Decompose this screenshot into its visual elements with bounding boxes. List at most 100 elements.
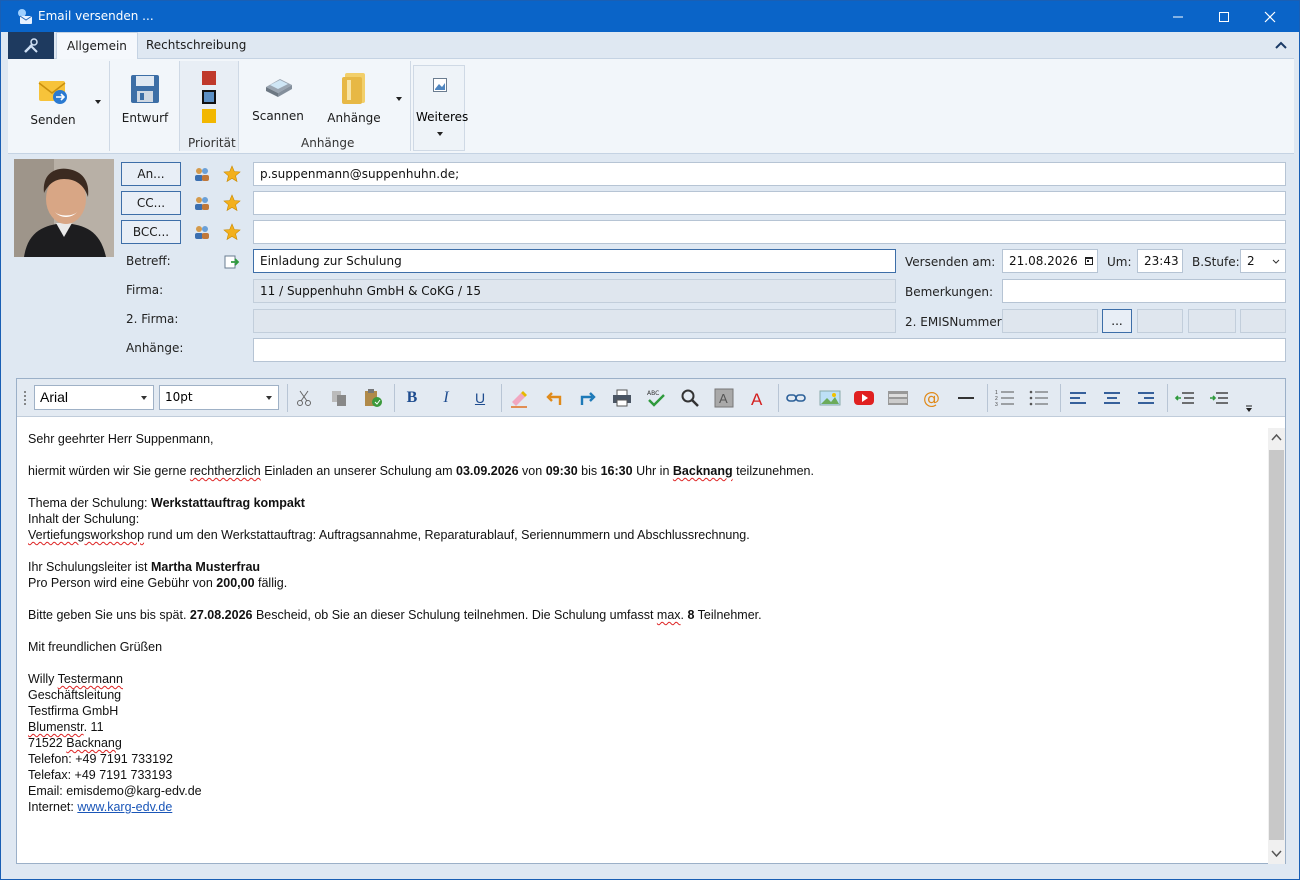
anhaenge-field-label: Anhänge: xyxy=(126,341,184,355)
cut-button[interactable] xyxy=(293,387,315,409)
an-button[interactable]: An... xyxy=(121,162,181,186)
an-field[interactable]: p.suppenmann@suppenhuhn.de; xyxy=(253,162,1286,186)
find-button[interactable] xyxy=(679,387,701,409)
indent-icon xyxy=(1210,392,1228,404)
anhaenge-button[interactable]: Anhänge xyxy=(326,71,382,125)
app-icon xyxy=(18,9,33,24)
tab-allgemein[interactable]: Allgemein xyxy=(56,32,138,59)
scrollbar-thumb[interactable] xyxy=(1269,450,1284,840)
bullet-list-button[interactable] xyxy=(1028,387,1050,409)
emis-lookup-button[interactable]: ... xyxy=(1102,309,1132,333)
body-inhalt: Vertiefungsworkshop rund um den Werkstat… xyxy=(28,528,750,542)
close-icon xyxy=(1264,11,1276,22)
horizontal-rule-button[interactable] xyxy=(955,387,977,409)
scroll-up-icon[interactable] xyxy=(1271,433,1282,441)
font-family-select[interactable]: Arial xyxy=(34,385,154,410)
emis-field-1[interactable] xyxy=(1002,309,1098,333)
priority-low-button[interactable] xyxy=(202,109,216,123)
numbered-list-button[interactable]: 123 xyxy=(994,387,1016,409)
toolbar-grip-icon[interactable] xyxy=(23,390,27,406)
priority-normal-button[interactable] xyxy=(202,90,216,104)
window-title: Email versenden ... xyxy=(38,9,154,23)
bemerkungen-field[interactable] xyxy=(1002,279,1286,303)
tab-rechtschreibung[interactable]: Rechtschreibung xyxy=(136,32,256,59)
mail-body[interactable]: Sehr geehrter Herr Suppenmann, hiermit w… xyxy=(28,431,1258,815)
font-color-button[interactable]: A xyxy=(747,387,769,409)
minimize-icon xyxy=(1173,16,1183,17)
redo-button[interactable] xyxy=(577,387,599,409)
copy-button[interactable] xyxy=(328,387,350,409)
italic-button[interactable]: I xyxy=(435,387,457,409)
print-button[interactable] xyxy=(611,387,633,409)
eraser-icon xyxy=(511,391,527,408)
anhaenge-field[interactable] xyxy=(253,338,1286,362)
emis-field-3[interactable] xyxy=(1188,309,1236,333)
close-button[interactable] xyxy=(1247,1,1293,32)
toolbar-overflow-icon[interactable] xyxy=(1245,405,1253,413)
paste-button[interactable] xyxy=(362,387,384,409)
align-right-button[interactable] xyxy=(1135,387,1157,409)
collapse-ribbon-icon[interactable] xyxy=(1274,38,1288,52)
svg-text:@: @ xyxy=(923,389,940,408)
firma2-field[interactable] xyxy=(253,309,896,333)
undo-button[interactable] xyxy=(543,387,565,409)
emis-field-2[interactable] xyxy=(1137,309,1183,333)
editor-scrollbar[interactable] xyxy=(1268,428,1285,864)
svg-text:A: A xyxy=(719,391,728,406)
bold-button[interactable]: B xyxy=(401,387,423,409)
align-left-button[interactable] xyxy=(1067,387,1089,409)
address-book-icon[interactable] xyxy=(193,165,211,183)
firma-field[interactable]: 11 / Suppenhuhn GmbH & CoKG / 15 xyxy=(253,279,896,303)
insert-link-button[interactable] xyxy=(785,387,807,409)
indent-button[interactable] xyxy=(1208,387,1230,409)
senden-dropdown-arrow[interactable] xyxy=(95,100,101,104)
favorite-star-icon[interactable] xyxy=(223,165,241,183)
minimize-button[interactable] xyxy=(1155,1,1201,32)
underline-button[interactable]: U xyxy=(469,387,491,409)
tools-menu-button[interactable] xyxy=(8,32,54,59)
scannen-label: Scannen xyxy=(252,109,304,123)
address-book-icon[interactable] xyxy=(193,223,211,241)
font-color-icon: A xyxy=(751,390,763,408)
insert-video-button[interactable] xyxy=(853,387,875,409)
bcc-field[interactable] xyxy=(253,220,1286,244)
website-link[interactable]: www.karg-edv.de xyxy=(77,800,172,814)
spellcheck-button[interactable]: ABC xyxy=(645,387,667,409)
favorite-star-icon[interactable] xyxy=(223,223,241,241)
signature-company: Testfirma GmbH xyxy=(28,704,119,718)
insert-email-button[interactable]: @ xyxy=(921,387,943,409)
search-icon xyxy=(681,389,699,407)
maximize-button[interactable] xyxy=(1201,1,1247,32)
um-time-field[interactable]: 23:43 xyxy=(1137,249,1183,273)
versenden-date-field[interactable]: 21.08.2026 xyxy=(1002,249,1098,273)
outdent-button[interactable] xyxy=(1174,387,1196,409)
firma2-label: 2. Firma: xyxy=(126,312,179,326)
priority-high-button[interactable] xyxy=(202,71,216,85)
senden-button[interactable]: Senden xyxy=(28,73,78,127)
highlight-button[interactable] xyxy=(508,387,530,409)
insert-image-button[interactable] xyxy=(819,387,841,409)
scroll-down-icon[interactable] xyxy=(1271,850,1282,858)
bcc-button[interactable]: BCC... xyxy=(121,220,181,244)
bstufe-select[interactable]: 2 xyxy=(1240,249,1286,273)
calendar-icon[interactable] xyxy=(1085,257,1093,265)
folder-attachment-icon xyxy=(342,73,365,104)
weiteres-button[interactable]: Weiteres xyxy=(413,65,468,151)
anhaenge-dropdown-arrow[interactable] xyxy=(396,97,402,101)
betreff-field[interactable]: Einladung zur Schulung xyxy=(253,249,896,273)
background-color-button[interactable]: A xyxy=(713,387,735,409)
subject-template-icon[interactable] xyxy=(223,253,241,271)
emis-field-4[interactable] xyxy=(1240,309,1286,333)
cc-button[interactable]: CC... xyxy=(121,191,181,215)
align-center-button[interactable] xyxy=(1101,387,1123,409)
font-size-select[interactable]: 10pt xyxy=(159,385,279,410)
chevron-down-icon xyxy=(1272,259,1280,264)
insert-table-button[interactable] xyxy=(887,387,909,409)
body-greeting: Sehr geehrter Herr Suppenmann, xyxy=(28,432,214,446)
entwurf-button[interactable]: Entwurf xyxy=(120,73,170,125)
scannen-button[interactable]: Scannen xyxy=(252,73,304,123)
address-book-icon[interactable] xyxy=(193,194,211,212)
cc-field[interactable] xyxy=(253,191,1286,215)
firma-label: Firma: xyxy=(126,283,164,297)
favorite-star-icon[interactable] xyxy=(223,194,241,212)
